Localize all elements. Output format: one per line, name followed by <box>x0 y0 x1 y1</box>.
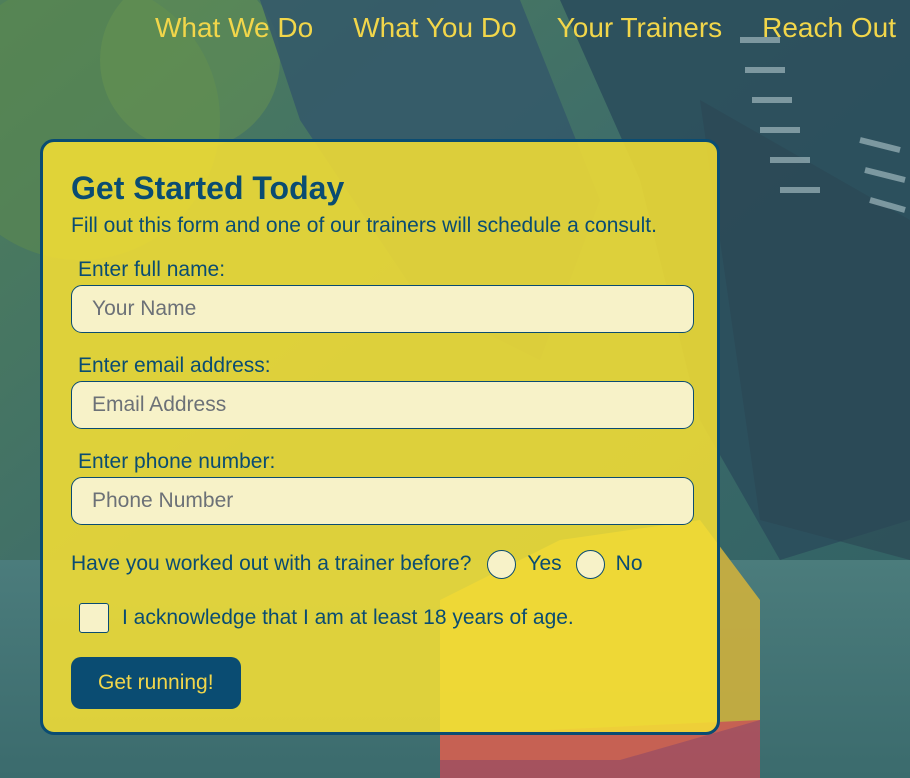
yes-radio-label: Yes <box>527 552 562 575</box>
nav-link-your-trainers[interactable]: Your Trainers <box>557 10 723 46</box>
submit-button[interactable]: Get running! <box>71 657 241 709</box>
form-title: Get Started Today <box>71 170 345 206</box>
phone-input[interactable] <box>71 477 694 525</box>
nav-link-reach-out[interactable]: Reach Out <box>762 10 896 46</box>
age-ack-row: I acknowledge that I am at least 18 year… <box>79 602 689 634</box>
trainer-question-label: Have you worked out with a trainer befor… <box>71 552 472 575</box>
phone-field-label: Enter phone number: <box>78 450 276 473</box>
yes-radio[interactable] <box>487 549 517 579</box>
form-subtitle: Fill out this form and one of our traine… <box>71 214 657 237</box>
signup-form-card: Get Started Today Fill out this form and… <box>40 139 720 735</box>
main-nav: What We Do What You Do Your Trainers Rea… <box>155 10 896 46</box>
no-radio-label: No <box>615 552 643 575</box>
email-input[interactable] <box>71 381 694 429</box>
name-field-label: Enter full name: <box>78 258 226 281</box>
nav-link-what-we-do[interactable]: What We Do <box>155 10 313 46</box>
age-ack-label: I acknowledge that I am at least 18 year… <box>122 606 574 629</box>
email-field-label: Enter email address: <box>78 354 271 377</box>
age-ack-checkbox[interactable] <box>79 603 109 633</box>
page: What We Do What You Do Your Trainers Rea… <box>0 0 910 778</box>
name-input[interactable] <box>71 285 694 333</box>
trainer-question-row: Have you worked out with a trainer befor… <box>71 546 689 582</box>
nav-link-what-you-do[interactable]: What You Do <box>353 10 516 46</box>
no-radio[interactable] <box>575 549 605 579</box>
